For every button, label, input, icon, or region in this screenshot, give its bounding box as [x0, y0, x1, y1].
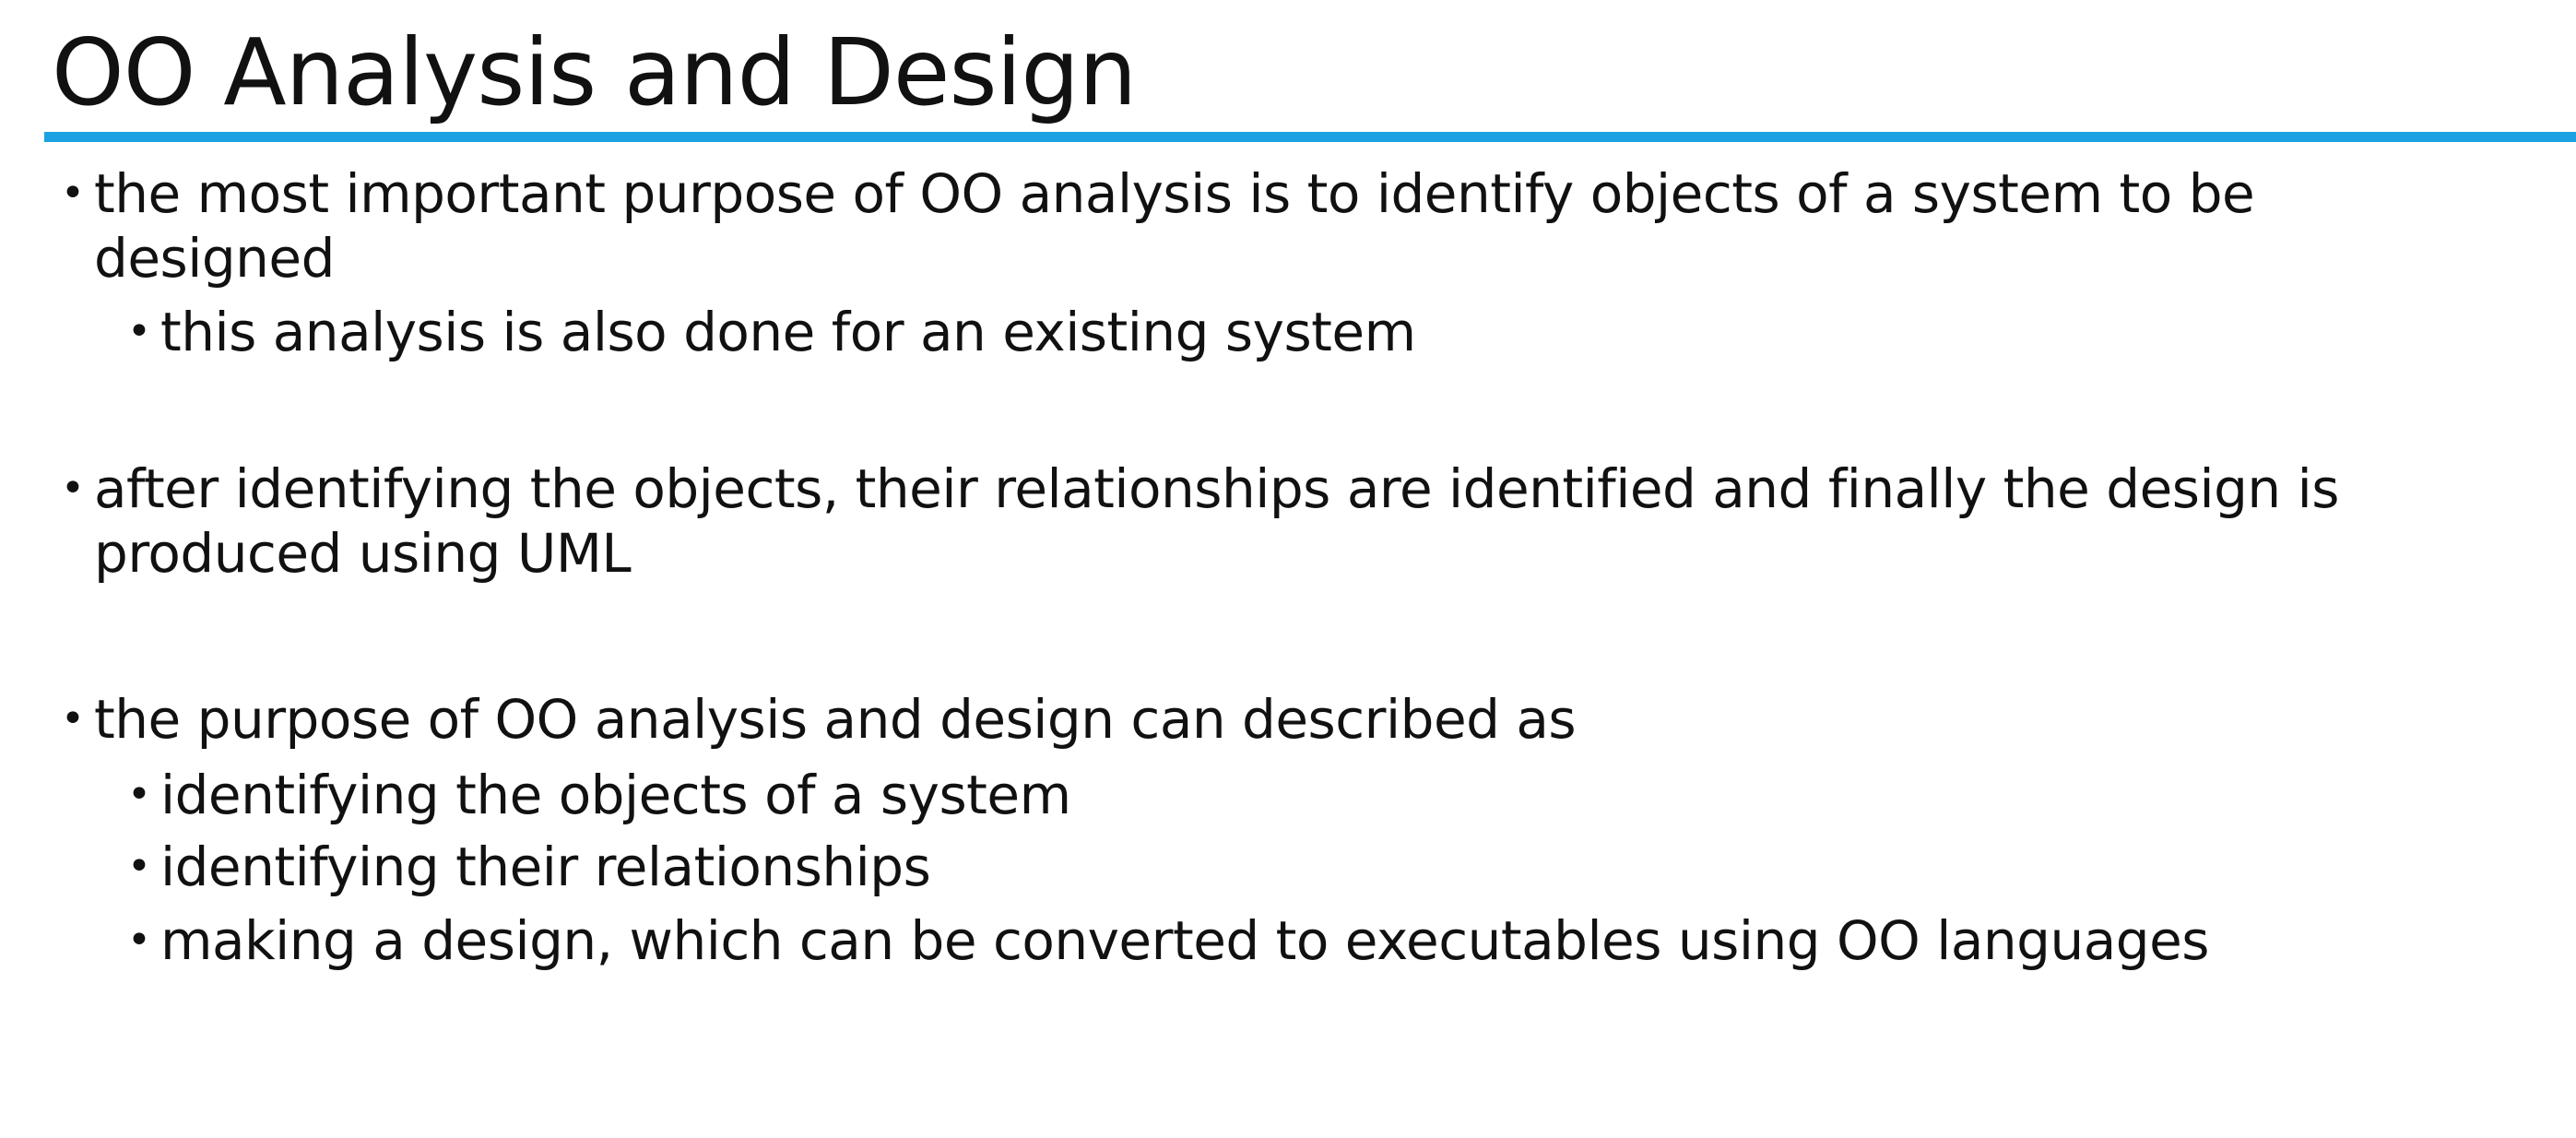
bullet-icon: •	[127, 843, 151, 890]
bullet-icon: •	[61, 170, 85, 217]
bullet-text-line-2: produced using UML	[94, 522, 632, 585]
title-divider	[44, 132, 2576, 142]
slide-title: OO Analysis and Design	[52, 18, 1137, 126]
bullet-text: making a design, which can be converted …	[160, 909, 2210, 972]
bullet-icon: •	[127, 771, 151, 818]
bullet-icon: •	[61, 695, 85, 742]
bullet-text: this analysis is also done for an existi…	[160, 301, 1416, 363]
bullet-text-line-2: designed	[94, 227, 335, 290]
bullet-icon: •	[127, 308, 151, 355]
bullet-text: identifying their relationships	[160, 836, 931, 898]
bullet-text-line-1: the most important purpose of OO analysi…	[94, 162, 2255, 225]
bullet-icon: •	[127, 917, 151, 964]
bullet-text: the most important purpose of OO analysi…	[94, 161, 2255, 290]
bullet-text: the purpose of OO analysis and design ca…	[94, 688, 1577, 751]
bullet-text: identifying the objects of a system	[160, 764, 1071, 826]
bullet-text-line-1: after identifying the objects, their rel…	[94, 457, 2339, 520]
bullet-icon: •	[61, 465, 85, 512]
bullet-text: after identifying the objects, their rel…	[94, 456, 2339, 586]
